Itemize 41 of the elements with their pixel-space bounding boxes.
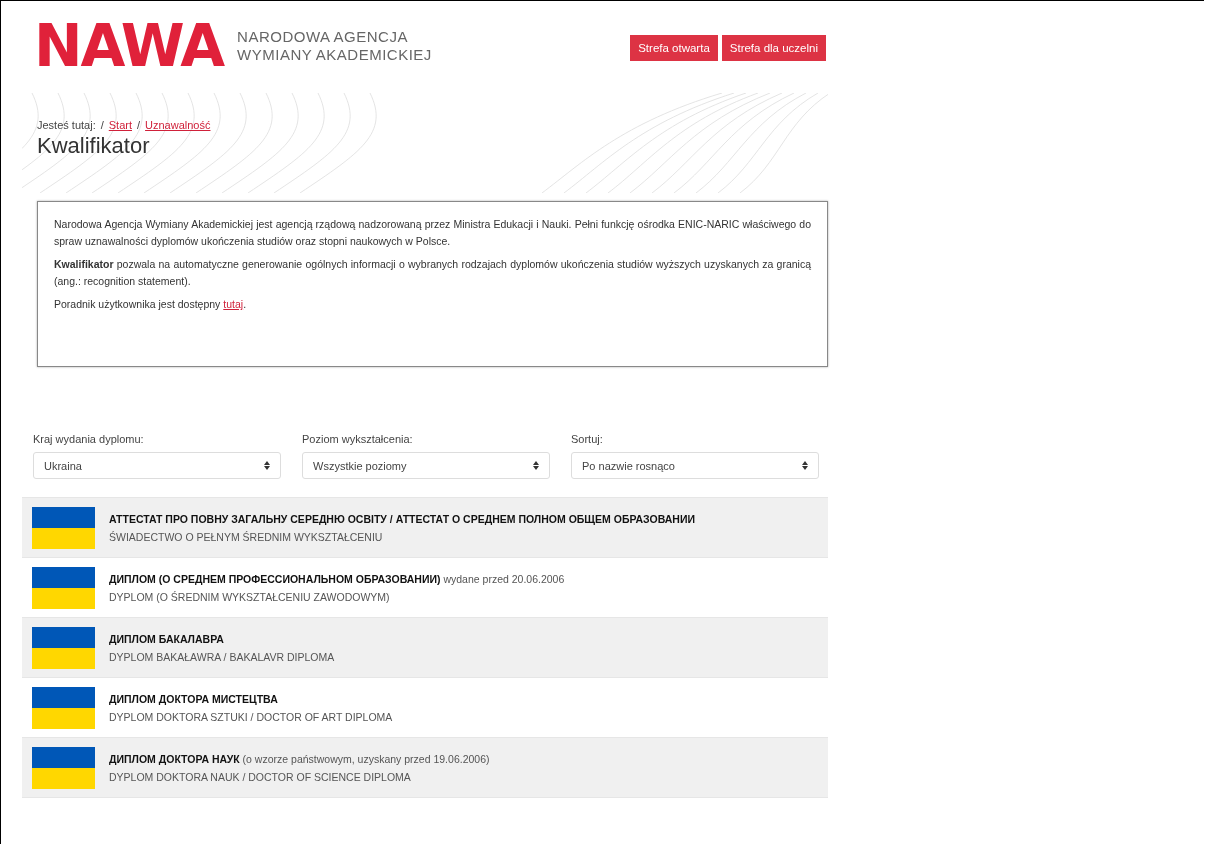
filter-select[interactable]: Po nazwie rosnąco [571, 452, 819, 479]
page-title: Kwalifikator [37, 133, 151, 159]
filter-select[interactable]: Ukraina [33, 452, 281, 479]
guide-sentence: Poradnik użytkownika jest dostępny tutaj. [54, 297, 248, 312]
diploma-title: АТТЕСТАТ ПРО ПОВНУ ЗАГАЛЬНУ СЕРЕДНЮ ОСВІТУ / АТТЕСТАТ О СРЕДНЕМ ПОЛНОМ ОБЩЕМ ОБРАЗОВАНИИ [109, 512, 696, 525]
diploma-subtitle: DYPLOM (O ŚREDNIM WYKSZTAŁCENIU ZAWODOWYM) [109, 590, 391, 603]
breadcrumb-link[interactable]: Uznawalność [145, 119, 211, 131]
filter-label: Sortuj: [571, 433, 604, 445]
info-paragraph: Kwalifikator pozwala na automatyczne generowanie ogólnych informacji o wybranych rodzajach dyplomów ukończenia studiów wyższych uzyskanych za granicą (ang.: recognition statement). [54, 257, 811, 289]
diploma-row[interactable]: ДИПЛОМ БАКАЛАВРА DYPLOM BAKAŁAWRA / BAKALAVR DIPLOMA [22, 618, 828, 678]
flag-icon [32, 506, 95, 549]
breadcrumb-separator: / [137, 119, 141, 131]
diploma-title: ДИПЛОМ ДОКТОРА НАУК (o wzorze państwowym, uzyskany przed 19.06.2006) [109, 752, 490, 765]
breadcrumb-separator: / [100, 119, 104, 131]
sort-arrows-icon [802, 461, 808, 470]
filter-label: Poziom wykształcenia: [302, 433, 414, 445]
diploma-row[interactable]: ДИПЛОМ ДОКТОРА НАУК (o wzorze państwowym, uzyskany przed 19.06.2006) DYPLOM DOKTORA NAUK / DOCTOR OF SCIENCE DIPLOMA [22, 738, 828, 798]
logo[interactable]: NAWA [34, 17, 224, 75]
info-paragraph: Narodowa Agencja Wymiany Akademickiej jest agencją rządową nadzorowaną przez Ministra Edukacji i Nauki. Pełni funkcję ośrodka ENIC-NARIC właściwego do spraw uznawalności dyplomów ukończenia studiów oraz stopni naukowych w Polsce. [54, 217, 811, 249]
diploma-subtitle: DYPLOM DOKTORA NAUK / DOCTOR OF SCIENCE DIPLOMA [109, 770, 412, 783]
zone-button[interactable]: Strefa otwarta [630, 35, 718, 61]
filter-label: Kraj wydania dyplomu: [33, 433, 145, 445]
agency-name: NARODOWA AGENCJA [237, 28, 409, 46]
sort-arrows-icon [533, 461, 539, 470]
flag-icon [32, 746, 95, 789]
zone-button[interactable]: Strefa dla uczelni [721, 35, 826, 61]
flag-icon [32, 686, 95, 729]
diploma-subtitle: DYPLOM DOKTORA SZTUKI / DOCTOR OF ART DIPLOMA [109, 710, 393, 723]
diploma-title: ДИПЛОМ (О СРЕДНЕМ ПРОФЕССИОНАЛЬНОМ ОБРАЗОВАНИИ) wydane przed 20.06.2006 [109, 572, 565, 585]
breadcrumb-link[interactable]: Start [108, 119, 132, 131]
flag-icon [32, 566, 95, 609]
breadcrumb-label: Jesteś tutaj: [37, 119, 96, 131]
diploma-subtitle: DYPLOM BAKAŁAWRA / BAKALAVR DIPLOMA [109, 650, 335, 663]
diploma-subtitle: ŚWIADECTWO O PEŁNYM ŚREDNIM WYKSZTAŁCENIU [109, 530, 384, 543]
diploma-title: ДИПЛОМ БАКАЛАВРА [109, 632, 225, 645]
diploma-row[interactable]: АТТЕСТАТ ПРО ПОВНУ ЗАГАЛЬНУ СЕРЕДНЮ ОСВІТУ / АТТЕСТАТ О СРЕДНЕМ ПОЛНОМ ОБЩЕМ ОБРАЗОВАНИИ ŚWIADECTWO O PEŁNYM ŚREDNIM WYKSZTAŁCENIU [22, 498, 828, 558]
diploma-title: ДИПЛОМ ДОКТОРА МИСТЕЦТВА [109, 692, 279, 705]
sort-arrows-icon [264, 461, 270, 470]
flag-icon [32, 626, 95, 669]
agency-name: WYMIANY AKADEMICKIEJ [237, 46, 432, 64]
filter-select[interactable]: Wszystkie poziomy [302, 452, 550, 479]
